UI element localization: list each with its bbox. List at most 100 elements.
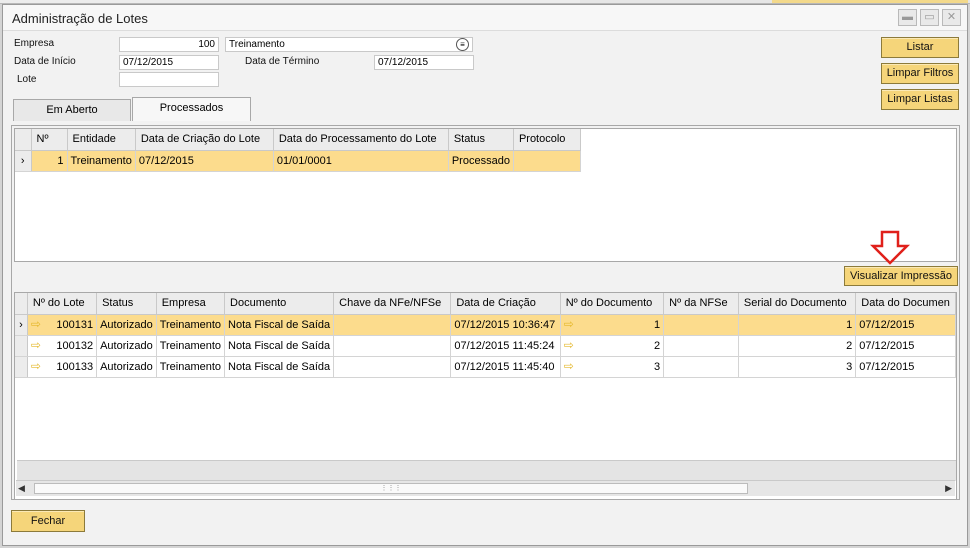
col-header-data-criacao[interactable]: Data de Criação xyxy=(450,293,561,315)
row-header-corner xyxy=(15,129,32,151)
title-bar: Administração de Lotes ▬ ▭ ✕ xyxy=(3,5,967,31)
col-header-status[interactable]: Status xyxy=(96,293,157,315)
scroll-left-icon[interactable]: ◀ xyxy=(18,483,25,494)
cell-lote: 100132 xyxy=(56,339,94,352)
cell-n-nfse[interactable] xyxy=(663,356,739,378)
cell-n[interactable]: 1 xyxy=(31,150,68,172)
table-row[interactable]: › 1 Treinamento 07/12/2015 01/01/0001 Pr… xyxy=(15,150,581,172)
cell-n-documento: 1 xyxy=(654,318,661,331)
cell-data-documento[interactable]: 07/12/2015 xyxy=(855,335,956,357)
col-header-empresa[interactable]: Empresa xyxy=(156,293,226,315)
row-selector-icon[interactable]: › xyxy=(15,314,28,336)
link-arrow-icon[interactable]: ⇨ xyxy=(31,339,41,351)
cell-chave[interactable] xyxy=(333,356,452,378)
cell-documento[interactable]: Nota Fiscal de Saída xyxy=(224,314,335,336)
empresa-code-field[interactable]: 100 xyxy=(119,37,219,52)
cell-documento[interactable]: Nota Fiscal de Saída xyxy=(224,335,335,357)
cell-serial[interactable]: 3 xyxy=(738,356,857,378)
cell-n-nfse[interactable] xyxy=(663,314,739,336)
table-row[interactable]: ⇨ 100132 Autorizado Treinamento Nota Fisc… xyxy=(15,335,956,357)
link-arrow-icon[interactable]: ⇨ xyxy=(564,318,574,330)
row-selector-icon[interactable]: › xyxy=(15,150,32,172)
col-header-n-nfse[interactable]: Nº da NFSe xyxy=(663,293,739,315)
list-picker-icon[interactable]: ≡ xyxy=(456,38,469,51)
cell-data-documento[interactable]: 07/12/2015 xyxy=(855,356,956,378)
limpar-listas-button[interactable]: Limpar Listas xyxy=(881,89,959,110)
col-header-documento[interactable]: Documento xyxy=(224,293,335,315)
data-termino-field[interactable]: 07/12/2015 xyxy=(374,55,474,70)
col-header-n[interactable]: Nº xyxy=(31,129,68,151)
cell-data-criacao[interactable]: 07/12/2015 11:45:40 xyxy=(450,356,561,378)
empresa-name-field[interactable]: Treinamento ≡ xyxy=(225,37,473,52)
top-strip-segment xyxy=(0,0,580,3)
visualizar-impressao-button[interactable]: Visualizar Impressão xyxy=(844,266,958,286)
cell-status[interactable]: Autorizado xyxy=(96,314,157,336)
cell-n-nfse[interactable] xyxy=(663,335,739,357)
cell-data-processamento[interactable]: 01/01/0001 xyxy=(273,150,449,172)
col-header-entidade[interactable]: Entidade xyxy=(67,129,136,151)
window-title: Administração de Lotes xyxy=(12,11,148,26)
cell-chave[interactable] xyxy=(333,314,452,336)
cell-status[interactable]: Processado xyxy=(448,150,514,172)
cell-data-criacao[interactable]: 07/12/2015 11:45:24 xyxy=(450,335,561,357)
lote-field[interactable] xyxy=(119,72,219,87)
link-arrow-icon[interactable]: ⇨ xyxy=(564,360,574,372)
batch-admin-window: Administração de Lotes ▬ ▭ ✕ Empresa 100… xyxy=(2,4,968,546)
cell-empresa[interactable]: Treinamento xyxy=(156,356,226,378)
scroll-thumb[interactable]: ⋮⋮⋮ xyxy=(34,483,748,494)
col-header-n-lote[interactable]: Nº do Lote xyxy=(27,293,98,315)
cell-status[interactable]: Autorizado xyxy=(96,335,157,357)
col-header-data-processamento[interactable]: Data do Processamento do Lote xyxy=(273,129,449,151)
down-arrow-annotation-icon xyxy=(870,230,910,265)
scroll-right-icon[interactable]: ▶ xyxy=(945,483,952,494)
documents-grid: Nº do Lote Status Empresa Documento Chav… xyxy=(14,292,957,500)
col-header-n-documento[interactable]: Nº do Documento xyxy=(560,293,665,315)
tab-em-aberto[interactable]: Em Aberto xyxy=(13,99,131,121)
processados-panel: Nº Entidade Data de Criação do Lote Data… xyxy=(11,125,960,500)
cell-data-criacao[interactable]: 07/12/2015 xyxy=(135,150,274,172)
horizontal-scrollbar[interactable]: ◀ ⋮⋮⋮ ▶ xyxy=(16,480,955,496)
documents-table: Nº do Lote Status Empresa Documento Chav… xyxy=(15,293,956,378)
table-row[interactable]: ⇨ 100133 Autorizado Treinamento Nota Fisc… xyxy=(15,356,956,378)
cell-data-documento[interactable]: 07/12/2015 xyxy=(855,314,956,336)
col-header-chave[interactable]: Chave da NFe/NFSe xyxy=(333,293,452,315)
limpar-filtros-button[interactable]: Limpar Filtros xyxy=(881,63,959,84)
table-row[interactable]: › ⇨ 100131 Autorizado Treinamento Nota Fi… xyxy=(15,314,956,336)
cell-chave[interactable] xyxy=(333,335,452,357)
data-inicio-field[interactable]: 07/12/2015 xyxy=(119,55,219,70)
link-arrow-icon[interactable]: ⇨ xyxy=(31,318,41,330)
cell-n-documento: 3 xyxy=(654,360,661,373)
minimize-icon[interactable]: ▬ xyxy=(898,9,917,26)
lotes-header-row: Nº Entidade Data de Criação do Lote Data… xyxy=(15,129,581,151)
cell-empresa[interactable]: Treinamento xyxy=(156,314,226,336)
col-header-data-documento[interactable]: Data do Documen xyxy=(855,293,956,315)
maximize-icon[interactable]: ▭ xyxy=(920,9,939,26)
cell-data-criacao[interactable]: 07/12/2015 10:36:47 xyxy=(450,314,561,336)
row-selector[interactable] xyxy=(15,335,28,357)
col-header-serial[interactable]: Serial do Documento xyxy=(738,293,857,315)
link-arrow-icon[interactable]: ⇨ xyxy=(31,360,41,372)
tab-processados[interactable]: Processados xyxy=(132,97,251,121)
cell-empresa[interactable]: Treinamento xyxy=(156,335,226,357)
cell-serial[interactable]: 2 xyxy=(738,335,857,357)
cell-entidade[interactable]: Treinamento xyxy=(67,150,136,172)
col-header-protocolo[interactable]: Protocolo xyxy=(513,129,581,151)
close-icon[interactable]: ✕ xyxy=(942,9,961,26)
cell-status[interactable]: Autorizado xyxy=(96,356,157,378)
cell-serial[interactable]: 1 xyxy=(738,314,857,336)
row-selector[interactable] xyxy=(15,356,28,378)
listar-button[interactable]: Listar xyxy=(881,37,959,58)
data-termino-label: Data de Término xyxy=(245,56,320,67)
empresa-label: Empresa xyxy=(14,38,55,49)
cell-lote: 100133 xyxy=(56,360,94,373)
col-header-data-criacao-lote[interactable]: Data de Criação do Lote xyxy=(135,129,274,151)
link-arrow-icon[interactable]: ⇨ xyxy=(564,339,574,351)
data-inicio-label: Data de Início xyxy=(14,56,76,67)
cell-documento[interactable]: Nota Fiscal de Saída xyxy=(224,356,335,378)
lotes-grid: Nº Entidade Data de Criação do Lote Data… xyxy=(14,128,957,262)
cell-lote: 100131 xyxy=(56,318,94,331)
empresa-name-value: Treinamento xyxy=(229,39,285,50)
col-header-status[interactable]: Status xyxy=(448,129,514,151)
cell-protocolo[interactable] xyxy=(513,150,581,172)
fechar-button[interactable]: Fechar xyxy=(11,510,85,532)
